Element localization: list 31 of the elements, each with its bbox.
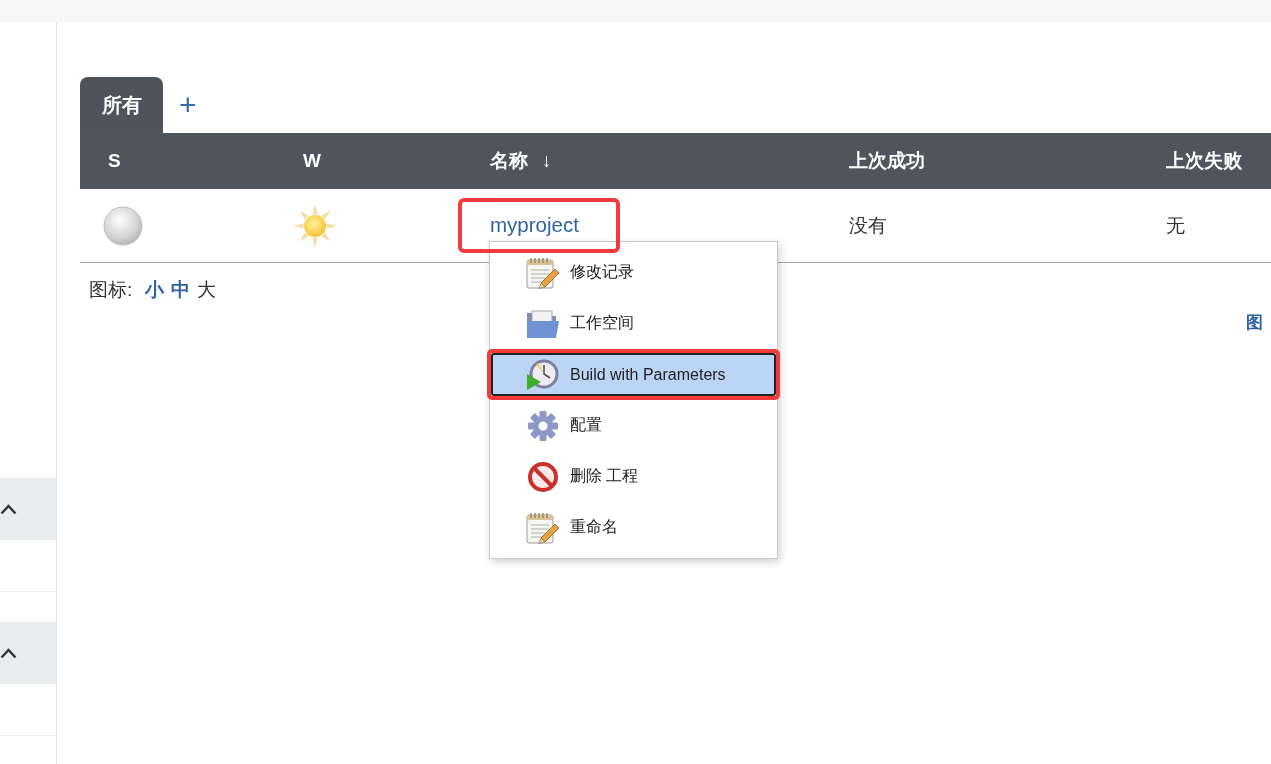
icon-size-link[interactable]: 小 <box>145 277 165 303</box>
icon-size-label: 图标: <box>89 278 133 302</box>
menu-item[interactable]: 配置 <box>491 404 776 447</box>
column-header[interactable]: 上次成功 <box>849 150 925 171</box>
menu-item[interactable]: 修改记录 <box>491 251 776 294</box>
current-size-text: 大 <box>197 278 217 302</box>
column-header[interactable]: S <box>108 150 121 171</box>
notepad-pencil-icon <box>526 256 560 289</box>
clock-play-icon <box>526 358 560 391</box>
sun-icon <box>293 203 337 248</box>
menu-item[interactable]: 工作空间 <box>491 302 776 345</box>
folder-icon <box>526 307 560 340</box>
column-header[interactable]: 名称 ↓ <box>490 150 552 171</box>
notepad-pencil-icon <box>526 511 560 544</box>
chevron-up-icon[interactable] <box>0 503 17 515</box>
legend-link[interactable]: 图 <box>1246 311 1263 334</box>
add-tab-button[interactable]: + <box>175 90 201 120</box>
chevron-up-icon[interactable] <box>0 647 17 659</box>
tab[interactable]: 所有 <box>80 77 163 133</box>
column-header[interactable]: 上次失败 <box>1166 150 1242 171</box>
column-header[interactable]: W <box>303 150 321 171</box>
table-cell-text: 没有 <box>849 213 887 238</box>
menu-item[interactable]: 删除 工程 <box>491 455 776 498</box>
menu-item[interactable]: 重命名 <box>491 506 776 549</box>
no-entry-icon <box>526 460 560 493</box>
gear-icon <box>526 409 560 442</box>
icon-size-link[interactable]: 中 <box>171 277 191 303</box>
project-link[interactable]: myproject <box>490 214 579 236</box>
menu-item[interactable]: Build with Parameters <box>491 353 776 396</box>
table-cell-text: 无 <box>1166 213 1185 238</box>
status-ball-icon <box>103 205 143 246</box>
